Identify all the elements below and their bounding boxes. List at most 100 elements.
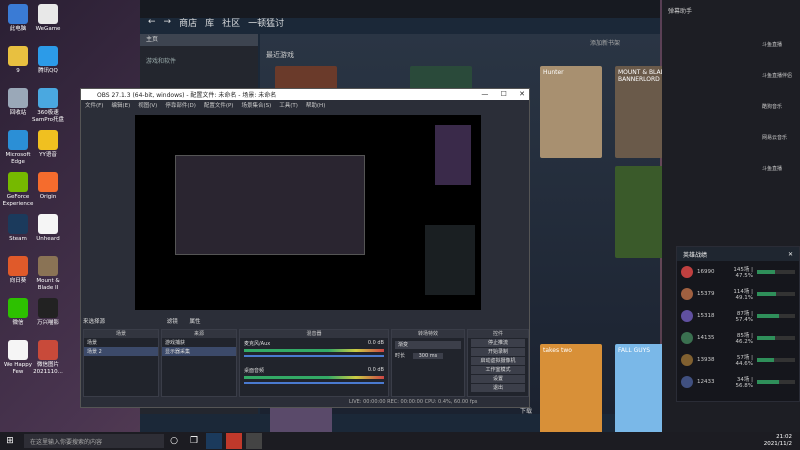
list-item[interactable]: 显示器采集	[162, 347, 236, 356]
desktop-icon[interactable]: 360极速 SamPro托盘	[30, 88, 66, 124]
sidebar-home[interactable]: 主页	[140, 34, 258, 46]
duration-row: 时长 300 ms	[395, 352, 461, 359]
obs-menu-item[interactable]: 视图(V)	[138, 101, 157, 109]
control-button[interactable]: 工作室模式	[471, 366, 525, 374]
winrate-bar	[757, 358, 795, 362]
desktop-icon[interactable]: Origin	[30, 172, 66, 201]
app-icon	[38, 130, 58, 150]
maximize-icon[interactable]: ☐	[501, 90, 507, 98]
mixer-dock: 混音器 麦克风/Aux 0.0 dB 桌面音频 0.0 dB	[239, 329, 389, 397]
rank-row[interactable]: 15318 87场 | 57.4%	[677, 305, 799, 327]
rank-row[interactable]: 14135 85场 | 46.2%	[677, 327, 799, 349]
game-card[interactable]: Hunter	[540, 66, 602, 158]
desktop-icon[interactable]: 腾讯QQ	[30, 46, 66, 75]
app-taskbar-icon[interactable]	[226, 433, 242, 449]
transition-select[interactable]: 渐变	[395, 341, 461, 349]
scenes-dock: 场景 场景 场景 2	[83, 329, 159, 397]
app-icon	[8, 130, 28, 150]
props-button[interactable]: 属性	[190, 319, 201, 325]
control-button[interactable]: 启动虚拟摄像机	[471, 357, 525, 365]
obs-menu-item[interactable]: 编辑(E)	[111, 101, 130, 109]
control-button[interactable]: 设置	[471, 375, 525, 383]
hero-avatar	[681, 332, 693, 344]
hero-avatar	[681, 376, 693, 388]
app-icon	[8, 172, 28, 192]
obs-menu-item[interactable]: 帮助(H)	[306, 101, 325, 109]
recent-games-title: 最近游戏	[266, 51, 294, 59]
control-button[interactable]: 开始录制	[471, 348, 525, 356]
volume-slider[interactable]	[244, 382, 384, 384]
sidebar-filter[interactable]: 游戏和软件	[140, 56, 258, 68]
obs-menu-item[interactable]: 场景集合(S)	[241, 101, 271, 109]
nav-user[interactable]: 一顿猛讨	[248, 16, 284, 29]
desktop-icon[interactable]: 万兴喵影	[30, 298, 66, 327]
side-item[interactable]: 斗鱼直播	[662, 21, 800, 52]
rank-row[interactable]: 15379 114场 | 49.1%	[677, 283, 799, 305]
preview-side-panel	[435, 125, 471, 185]
add-shelf-button[interactable]: 添加新书架	[590, 38, 620, 47]
desktop-icon[interactable]: YY语音	[30, 130, 66, 159]
source-bar: 来选择源 滤镜 属性	[83, 319, 201, 325]
rank-panel: 英雄战绩 ✕ 16990 145场 | 47.5% 15379 114场 | 49.1…	[676, 246, 800, 402]
list-item[interactable]: 场景 2	[84, 347, 158, 356]
obs-menu-item[interactable]: 配置文件(P)	[204, 101, 234, 109]
app-icon	[8, 256, 28, 276]
obs-menu-item[interactable]: 工具(T)	[279, 101, 298, 109]
start-icon[interactable]: ⊞	[2, 433, 18, 449]
volume-meter	[244, 349, 384, 352]
taskview-icon[interactable]: ❐	[186, 433, 202, 449]
control-button[interactable]: 停止推流	[471, 339, 525, 347]
desktop-icon[interactable]: WeGame	[30, 4, 66, 33]
desktop-icon[interactable]: Unheard	[30, 214, 66, 243]
close-icon[interactable]: ✕	[519, 90, 525, 98]
transitions-dock: 转场特效 渐变 时长 300 ms	[391, 329, 465, 397]
obs-taskbar-icon[interactable]	[246, 433, 262, 449]
app-icon	[8, 4, 28, 24]
nav-library[interactable]: 库	[205, 16, 214, 29]
sources-dock: 来源 游戏捕获 显示器采集	[161, 329, 237, 397]
hero-avatar	[681, 310, 693, 322]
controls-dock: 控件 停止推流 开始录制 启动虚拟摄像机 工作室模式 设置 退出	[467, 329, 529, 397]
filter-button[interactable]: 滤镜	[167, 319, 178, 325]
app-icon	[8, 46, 28, 66]
side-item[interactable]: 斗鱼直播	[662, 145, 800, 176]
preview-rank-panel	[425, 225, 475, 295]
nav-community[interactable]: 社区	[222, 16, 240, 29]
app-icon	[38, 256, 58, 276]
app-icon	[8, 298, 28, 318]
volume-meter	[244, 376, 384, 379]
hero-avatar	[681, 288, 693, 300]
app-icon	[38, 340, 58, 360]
side-item[interactable]: 网易云音乐	[662, 114, 800, 145]
list-item[interactable]: 游戏捕获	[162, 338, 236, 347]
winrate-fill	[757, 292, 776, 296]
minimize-icon[interactable]: —	[481, 90, 488, 98]
forward-icon[interactable]: →	[164, 17, 172, 27]
app-icon	[38, 298, 58, 318]
cortana-icon[interactable]: ○	[166, 433, 182, 449]
duration-input[interactable]: 300 ms	[412, 353, 444, 359]
winrate-bar	[757, 336, 795, 340]
rank-row[interactable]: 12433 34场 | 56.8%	[677, 371, 799, 393]
steam-taskbar-icon[interactable]	[206, 433, 222, 449]
list-item[interactable]: 场景	[84, 338, 158, 347]
rank-row[interactable]: 13938 57场 | 44.6%	[677, 349, 799, 371]
search-input[interactable]: 在这里输入你要搜索的内容	[24, 434, 164, 448]
volume-slider[interactable]	[244, 355, 384, 357]
obs-menu-item[interactable]: 停靠部件(D)	[165, 101, 196, 109]
back-icon[interactable]: ←	[148, 17, 156, 27]
clock[interactable]: 21:02 2021/11/2	[764, 434, 792, 448]
side-item[interactable]: 酷狗音乐	[662, 83, 800, 114]
winrate-fill	[757, 336, 775, 340]
desktop-icon[interactable]: 微信图片 2021110...	[30, 340, 66, 376]
game-card[interactable]: takes two	[540, 344, 602, 436]
close-icon[interactable]: ✕	[788, 251, 793, 258]
winrate-bar	[757, 380, 795, 384]
rank-row[interactable]: 16990 145场 | 47.5%	[677, 261, 799, 283]
control-button[interactable]: 退出	[471, 384, 525, 392]
side-item[interactable]: 斗鱼直播伴侣	[662, 52, 800, 83]
obs-title: OBS 27.1.3 (64-bit, windows) - 配置文件: 未命名…	[97, 92, 277, 99]
desktop-icon[interactable]: Mount & Blade II	[30, 256, 66, 292]
obs-menu-item[interactable]: 文件(F)	[85, 101, 103, 109]
nav-store[interactable]: 商店	[179, 16, 197, 29]
